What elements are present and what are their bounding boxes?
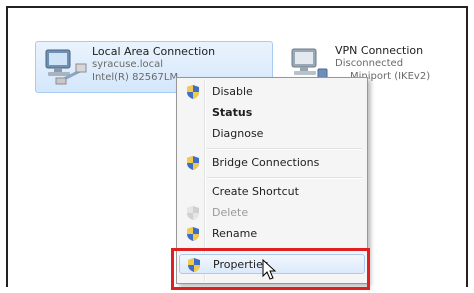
mouse-pointer-icon [262,259,277,280]
uac-shield-icon [187,85,199,99]
menu-item-delete: Delete [179,203,365,223]
connection-name: VPN Connection [335,44,424,57]
menu-item-label: Bridge Connections [212,156,320,169]
menu-item-create-shortcut[interactable]: Create Shortcut [179,182,365,202]
connection-domain: syracuse.local [92,59,164,70]
menu-item-label: Status [212,106,253,119]
menu-item-rename[interactable]: Rename [179,224,365,244]
uac-shield-icon [187,206,199,220]
menu-item-label: Diagnose [212,127,264,140]
network-adapter-icon [45,49,87,85]
uac-shield-icon [187,227,199,241]
menu-item-label: Create Shortcut [212,185,299,198]
uac-shield-icon [187,156,199,170]
menu-item-label: Disable [212,85,253,98]
menu-separator [207,148,362,150]
connection-name: Local Area Connection [92,45,216,58]
menu-item-diagnose[interactable]: Diagnose [179,124,365,144]
menu-item-label: Delete [212,206,249,219]
menu-item-label: Rename [212,227,258,240]
menu-item-status[interactable]: Status [179,103,365,123]
menu-separator [207,177,362,179]
menu-item-bridge-connections[interactable]: Bridge Connections [179,153,365,173]
connection-status: Disconnected [335,58,404,69]
menu-item-disable[interactable]: Disable [179,82,365,102]
